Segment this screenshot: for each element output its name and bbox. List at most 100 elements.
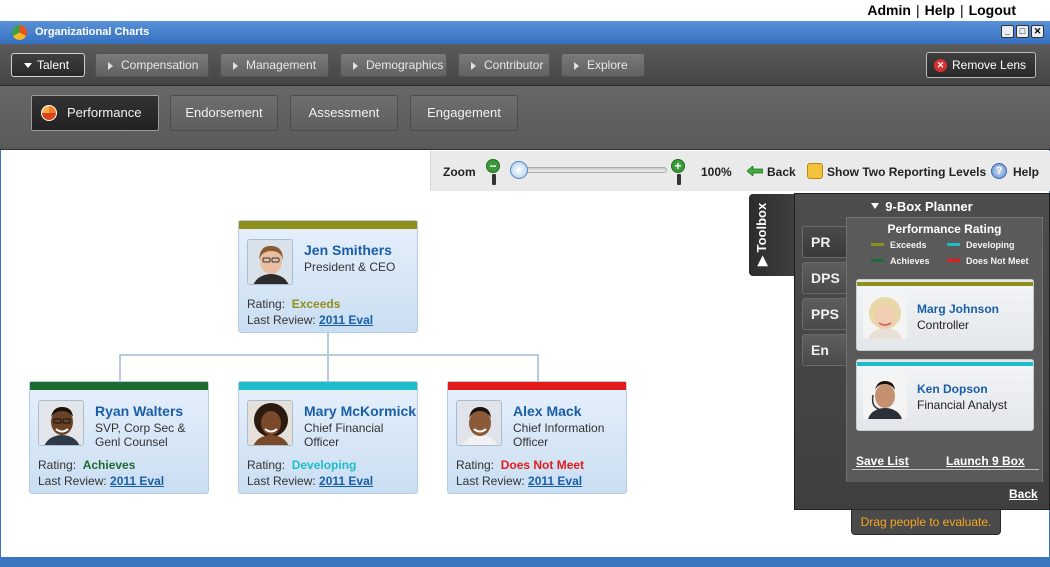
back-button[interactable]: Back [747,165,796,179]
legend-item: Developing [947,240,1015,250]
org-card-report[interactable]: Mary McKormick Chief Financial Officer R… [238,381,418,494]
save-list-link[interactable]: Save List [856,454,909,468]
org-connector [537,354,539,382]
review-row: Last Review: 2011 Eval [38,474,164,488]
logout-link[interactable]: Logout [969,2,1016,18]
subtab-assessment[interactable]: Assessment [290,95,398,131]
top-link-separator: | [959,2,964,18]
legend-swatch [947,259,960,262]
maximize-button[interactable]: □ [1016,25,1029,38]
zoom-in-button[interactable]: + [671,159,685,185]
rating-label: Rating: [247,458,286,472]
lens-explore[interactable]: Explore [561,53,645,77]
toolbox-back-link[interactable]: Back [1009,487,1038,501]
sidetab-pr[interactable]: PR [802,226,848,258]
back-label: Back [767,165,796,179]
lens-label: Management [246,58,317,72]
help-icon: ? [991,163,1007,179]
panel-title-text: 9-Box Planner [885,199,973,214]
help-button[interactable]: ? Help [991,163,1040,179]
lens-talent[interactable]: Talent [11,53,85,77]
chevron-right-icon [353,62,358,70]
last-review-link[interactable]: 2011 Eval [319,474,373,488]
employee-role: SVP, Corp Sec & Genl Counsel [95,421,186,449]
org-card-report[interactable]: Ryan Walters SVP, Corp Sec & Genl Counse… [29,381,209,494]
rating-color-bar [239,382,417,390]
last-review-link[interactable]: 2011 Eval [110,474,164,488]
minimize-button[interactable]: _ [1001,25,1014,38]
sidetab-dps[interactable]: DPS [802,262,848,294]
rating-color-bar [857,360,1033,366]
sidetab-en[interactable]: En [802,334,848,366]
help-label: Help [1013,165,1040,179]
app-logo-icon [12,25,27,40]
org-connector [327,354,329,382]
launch-9-box-link[interactable]: Launch 9 Box [946,454,1025,468]
lens-management[interactable]: Management [220,53,329,77]
zoom-toolbar: Zoom − + 100% Back Show Two Reporting Le… [430,151,1050,191]
avatar [863,295,907,339]
employee-role: Chief Information Officer [513,421,605,449]
legend-swatch [947,243,960,246]
zoom-out-button[interactable]: − [486,159,500,185]
org-connector [119,354,121,382]
show-two-levels-button[interactable]: Show Two Reporting Levels [807,163,986,179]
panel-divider [852,469,1039,470]
zoom-slider[interactable] [510,161,667,179]
avatar [247,400,293,446]
subtab-label: Assessment [308,105,380,120]
review-row: Last Review: 2011 Eval [247,474,373,488]
subtab-endorsement[interactable]: Endorsement [170,95,278,131]
rating-value: Achieves [82,458,136,472]
rating-row: Rating: Exceeds [247,297,340,311]
toolbox-tab[interactable]: ▶ Toolbox [749,194,795,276]
legend-swatch [871,243,884,246]
lens-compensation[interactable]: Compensation [95,53,209,77]
last-review-label: Last Review: [247,313,316,327]
person-photo-icon [863,375,907,419]
last-review-link[interactable]: 2011 Eval [528,474,582,488]
lens-label: Contributor [484,58,544,72]
lens-label: Talent [37,58,70,72]
avatar [247,239,293,285]
zoom-slider-thumb[interactable] [510,161,528,179]
help-link[interactable]: Help [925,2,955,18]
panel-title[interactable]: 9-Box Planner [795,199,1049,214]
rating-color-bar [857,280,1033,286]
rating-row: Rating: Developing [247,458,356,472]
magnifier-handle [677,174,681,185]
lens-label: Compensation [121,58,199,72]
rating-row: Rating: Achieves [38,458,135,472]
admin-link[interactable]: Admin [867,2,911,18]
remove-lens-button[interactable]: ✕ Remove Lens [926,52,1036,78]
legend-label: Developing [966,240,1015,250]
lens-demographics[interactable]: Demographics [340,53,447,77]
person-name: Marg Johnson [917,302,1000,316]
chevron-right-icon [108,62,113,70]
lens-contributor[interactable]: Contributor [458,53,550,77]
remove-icon: ✕ [934,59,947,72]
performance-rating-title: Performance Rating [887,222,1002,236]
top-link-separator: | [915,2,920,18]
org-connector [327,333,329,355]
window-controls: _ □ ✕ [1001,25,1044,38]
zoom-in-icon: + [674,159,682,173]
zoom-out-icon: − [489,159,497,173]
close-button[interactable]: ✕ [1031,25,1044,38]
rating-value: Developing [291,458,357,472]
org-card-report[interactable]: Alex Mack Chief Information Officer Rati… [447,381,627,494]
window-bottom-border [0,557,1050,567]
legend-item: Exceeds [871,240,927,250]
planner-person-card[interactable]: Ken Dopson Financial Analyst [856,359,1034,431]
org-connector [119,354,539,356]
legend-item: Achieves [871,256,930,266]
planner-person-card[interactable]: Marg Johnson Controller [856,279,1034,351]
rating-color-bar [448,382,626,390]
last-review-link[interactable]: 2011 Eval [319,313,373,327]
person-photo-icon [457,401,501,445]
sidetab-pps[interactable]: PPS [802,298,848,330]
org-card-root[interactable]: Jen Smithers President & CEO Rating: Exc… [238,220,418,333]
subtab-performance[interactable]: Performance [31,95,159,131]
subtab-engagement[interactable]: Engagement [410,95,518,131]
rating-color-bar [30,382,208,390]
